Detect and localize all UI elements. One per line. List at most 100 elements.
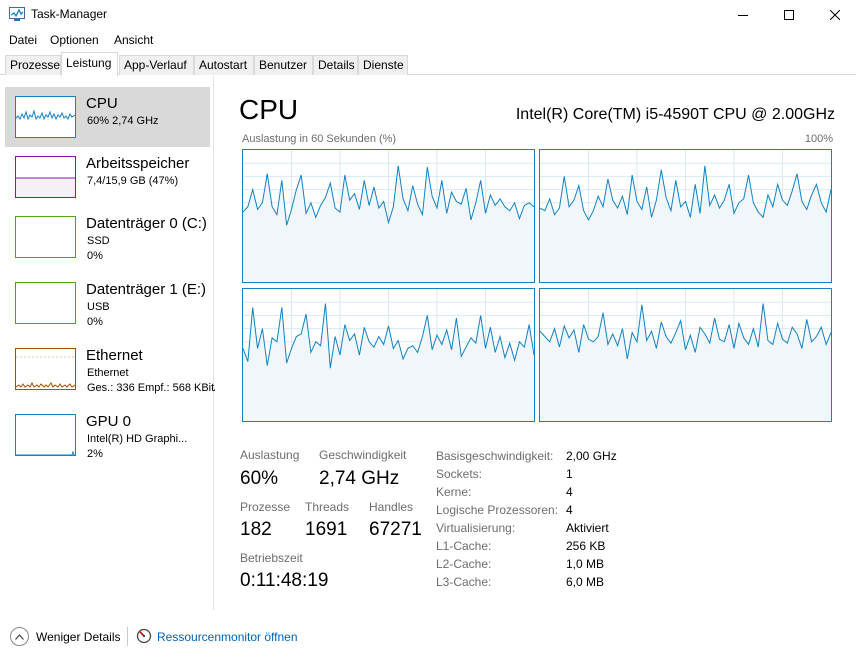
tab-leistung[interactable]: Leistung (61, 52, 118, 76)
chevron-up-icon[interactable] (10, 627, 29, 646)
close-button[interactable] (812, 0, 856, 30)
info-label-logical: Logische Prozessoren: (436, 503, 559, 517)
maximize-button[interactable] (766, 0, 812, 30)
handles-value: 67271 (369, 519, 422, 540)
processes-label: Prozesse (240, 500, 291, 514)
disk-c-thumbnail (15, 216, 76, 258)
cpu-detail-panel: CPU Intel(R) Core(TM) i5-4590T CPU @ 2.0… (215, 76, 856, 610)
gpu-mini-graph (16, 450, 75, 456)
device-disk-e-usage: 0% (87, 316, 103, 328)
tab-prozesse[interactable]: Prozesse (5, 55, 61, 75)
minimize-button[interactable] (720, 0, 766, 30)
device-memory-usage: 7,4/15,9 GB (47%) (87, 175, 179, 187)
cpu-core-0-plot (242, 150, 535, 282)
info-label-base-speed: Basisgeschwindigkeit: (436, 449, 554, 463)
device-disk-e[interactable]: Datenträger 1 (E:) USB 0% (5, 273, 210, 333)
device-memory[interactable]: Arbeitsspeicher 7,4/15,9 GB (47%) (5, 147, 210, 207)
device-ethernet-throughput: Ges.: 336 Empf.: 568 KBit/s (87, 382, 215, 394)
cpu-core-graph-2 (242, 288, 535, 422)
info-value-base-speed: 2,00 GHz (566, 449, 617, 463)
cpu-core-2-plot (242, 289, 535, 421)
graph-max-label: 100% (804, 133, 833, 145)
menu-optionen[interactable]: Optionen (50, 33, 99, 47)
device-memory-name: Arbeitsspeicher (86, 155, 190, 172)
utilization-label: Auslastung (240, 448, 300, 462)
graph-label: Auslastung in 60 Sekunden (%) (242, 133, 397, 145)
info-label-l3: L3-Cache: (436, 575, 492, 589)
cpu-mini-graph (15, 109, 76, 121)
ethernet-mini-graph (15, 356, 76, 388)
gpu-thumbnail (15, 414, 76, 456)
device-ethernet-type: Ethernet (87, 367, 129, 379)
info-label-l2: L2-Cache: (436, 557, 492, 571)
close-icon (830, 10, 840, 20)
tab-app-verlauf[interactable]: App-Verlauf (119, 55, 194, 75)
info-value-sockets: 1 (566, 467, 573, 481)
tab-autostart[interactable]: Autostart (194, 55, 254, 75)
menu-bar: Datei Optionen Ansicht (0, 30, 856, 50)
info-value-logical: 4 (566, 503, 573, 517)
device-ethernet-name: Ethernet (86, 347, 143, 364)
info-value-l3: 6,0 MB (566, 575, 605, 589)
cpu-core-3-plot (539, 289, 832, 421)
device-gpu-model: Intel(R) HD Graphi... (87, 433, 188, 445)
info-label-l1: L1-Cache: (436, 539, 492, 553)
info-label-virtualization: Virtualisierung: (436, 521, 516, 535)
info-value-virtualization: Aktiviert (566, 521, 609, 535)
memory-thumbnail (15, 156, 76, 198)
open-resource-monitor-link[interactable]: Ressourcenmonitor öffnen (157, 630, 298, 644)
task-manager-icon (9, 7, 25, 21)
cpu-model: Intel(R) Core(TM) i5-4590T CPU @ 2.00GHz (515, 106, 835, 123)
device-cpu-name: CPU (86, 95, 118, 112)
cpu-core-graph-3 (539, 288, 832, 422)
cpu-core-graph-0 (242, 149, 535, 283)
device-cpu[interactable]: CPU 60% 2,74 GHz (5, 87, 210, 147)
disk-e-thumbnail (15, 282, 76, 324)
speed-value: 2,74 GHz (319, 468, 400, 489)
device-cpu-usage: 60% 2,74 GHz (87, 115, 159, 127)
cpu-title: CPU (239, 94, 299, 125)
footer-divider (127, 627, 128, 646)
info-value-cores: 4 (566, 485, 573, 499)
device-ethernet[interactable]: Ethernet Ethernet Ges.: 336 Empf.: 568 K… (5, 339, 215, 399)
device-disk-c-name: Datenträger 0 (C:) (86, 215, 207, 232)
tab-details[interactable]: Details (313, 55, 358, 75)
info-label-cores: Kerne: (436, 485, 472, 499)
device-gpu-usage: 2% (87, 448, 103, 460)
title-bar: Task-Manager (0, 0, 856, 30)
fewer-details-button[interactable]: Weniger Details (36, 630, 120, 644)
footer: Weniger Details Ressourcenmonitor öffnen (0, 618, 856, 654)
utilization-value: 60% (240, 468, 279, 489)
tab-bar: Prozesse Leistung App-Verlauf Autostart … (0, 52, 856, 76)
tab-benutzer[interactable]: Benutzer (254, 55, 313, 75)
menu-datei[interactable]: Datei (9, 33, 37, 47)
uptime-value: 0:11:48:19 (240, 570, 329, 591)
tab-dienste[interactable]: Dienste (358, 55, 408, 75)
info-value-l1: 256 KB (566, 539, 606, 553)
window-title: Task-Manager (31, 7, 108, 21)
device-list: CPU 60% 2,74 GHz Arbeitsspeicher 7,4/15,… (0, 76, 215, 610)
resource-monitor-icon (136, 628, 152, 644)
device-disk-e-type: USB (87, 301, 110, 313)
device-disk-c-type: SSD (87, 235, 110, 247)
threads-value: 1691 (305, 519, 348, 540)
cpu-core-graph-1 (539, 149, 832, 283)
device-disk-c[interactable]: Datenträger 0 (C:) SSD 0% (5, 207, 210, 267)
device-gpu-name: GPU 0 (86, 413, 132, 430)
memory-mini-graph (16, 177, 75, 197)
handles-label: Handles (369, 500, 414, 514)
device-disk-e-name: Datenträger 1 (E:) (86, 281, 207, 298)
uptime-label: Betriebszeit (240, 551, 303, 565)
maximize-icon (784, 10, 794, 20)
info-value-l2: 1,0 MB (566, 557, 605, 571)
threads-label: Threads (305, 500, 350, 514)
cpu-thumbnail (15, 96, 76, 138)
menu-ansicht[interactable]: Ansicht (114, 33, 153, 47)
processes-value: 182 (240, 519, 272, 540)
speed-label: Geschwindigkeit (319, 448, 407, 462)
ethernet-thumbnail (15, 348, 76, 390)
info-label-sockets: Sockets: (436, 467, 483, 481)
minimize-icon (738, 15, 748, 16)
device-gpu[interactable]: GPU 0 Intel(R) HD Graphi... 2% (5, 405, 210, 465)
device-disk-c-usage: 0% (87, 250, 103, 262)
